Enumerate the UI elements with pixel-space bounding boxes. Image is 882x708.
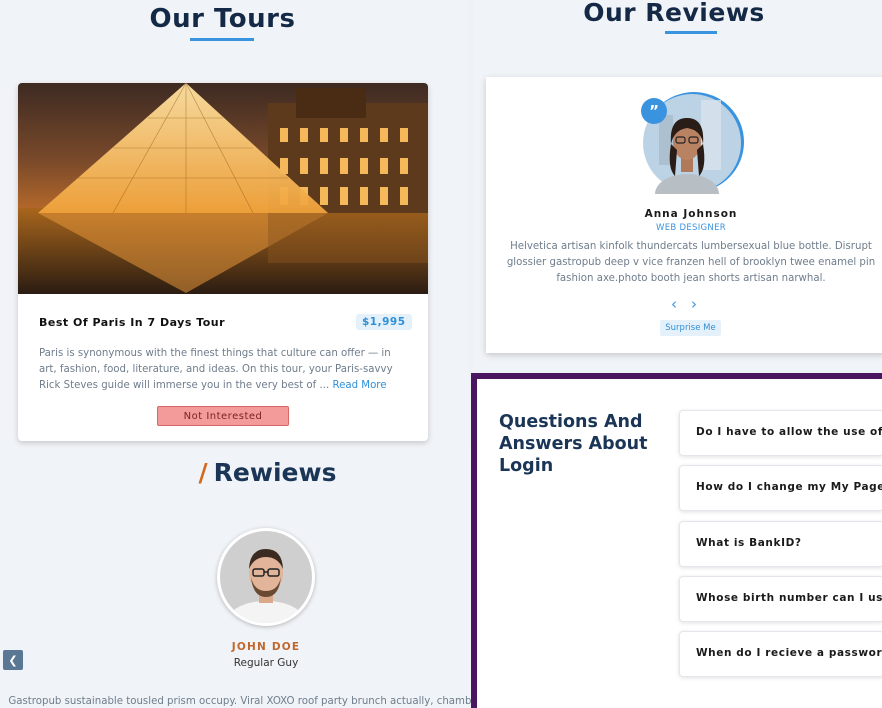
reviewer-name: JOHN DOE: [231, 641, 301, 653]
surprise-me-button[interactable]: Surprise Me: [660, 320, 721, 336]
rewiews-section: /Rewiews JOHN DOE Regular Guy ❮ ❯ Gastro…: [0, 448, 535, 708]
prev-review-button[interactable]: ❮: [3, 650, 23, 670]
title-slash: /: [198, 458, 208, 487]
tour-card: Best Of Paris In 7 Days Tour $1,995 Pari…: [18, 83, 428, 441]
review-text: Gastropub sustainable tousled prism occu…: [8, 696, 524, 707]
review-author-name: Anna Johnson: [644, 208, 738, 220]
reviewer-role: Regular Guy: [233, 657, 299, 669]
review-card: ” Anna Johnson WEB DESIGNER Helvetica ar…: [486, 77, 882, 353]
faq-question[interactable]: What is BankID?: [679, 521, 882, 567]
chevron-left-icon: ❮: [8, 653, 18, 667]
review-author-role: WEB DESIGNER: [656, 223, 726, 233]
tour-description: Paris is synonymous with the finest thin…: [39, 346, 409, 394]
reviews-title: Our Reviews: [583, 0, 765, 27]
review-nav: ‹›: [671, 295, 711, 313]
chevron-left-icon[interactable]: ‹: [671, 295, 691, 313]
tours-title: Our Tours: [149, 4, 296, 34]
tour-name: Best Of Paris In 7 Days Tour: [39, 316, 226, 329]
faq-question[interactable]: How do I change my My Page password?: [679, 465, 882, 511]
reviews-section: Our Reviews ” Anna Johnson WEB DESIGNER …: [474, 0, 882, 370]
rewiews-title: / Rewiews: [0, 458, 535, 487]
reviews-title-underline: [665, 31, 717, 34]
faq-section: Questions And Answers About Login Do I h…: [471, 373, 882, 708]
review-body: Helvetica artisan kinfolk thundercats lu…: [506, 241, 876, 284]
tours-section: Our Tours Best Of Paris In 7 Days Tour $…: [0, 0, 468, 448]
rewiews-title-text: Rewiews: [213, 458, 337, 487]
quote-icon: ”: [641, 98, 667, 124]
chevron-right-icon[interactable]: ›: [691, 295, 711, 313]
faq-question[interactable]: Whose birth number can I use?: [679, 576, 882, 622]
faq-question[interactable]: When do I recieve a password ordered by …: [679, 631, 882, 677]
faq-heading: Questions And Answers About Login: [499, 412, 648, 476]
john-doe-photo: [220, 531, 312, 623]
not-interested-button[interactable]: Not Interested: [157, 406, 289, 426]
tours-title-underline: [190, 38, 254, 41]
tour-image-louvre: [18, 83, 428, 294]
read-more-link[interactable]: Read More: [332, 380, 386, 391]
faq-question[interactable]: Do I have to allow the use of cookies?: [679, 410, 882, 456]
avatar: [217, 528, 315, 626]
tour-price-badge: $1,995: [356, 314, 412, 330]
